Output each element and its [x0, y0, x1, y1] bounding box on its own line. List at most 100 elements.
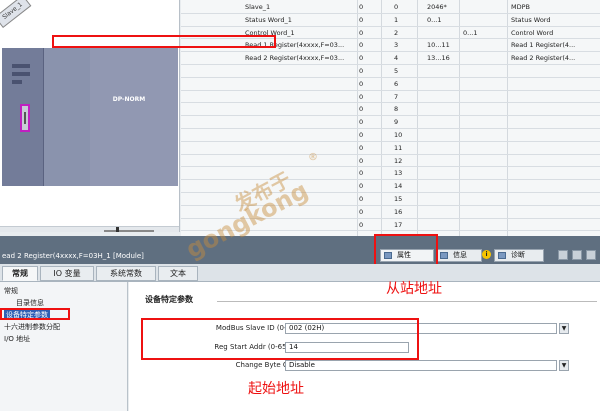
table-row[interactable]: 07 — [181, 91, 600, 104]
cell-rack: 0 — [359, 169, 364, 178]
cell-i-address: 10...11 — [427, 41, 450, 50]
cell-slot: 0 — [394, 3, 399, 11]
cell-i-address: 2046* — [427, 3, 447, 11]
cell-slot: 14 — [394, 182, 403, 191]
cell-slot: 7 — [394, 92, 399, 101]
cell-rack: 0 — [359, 182, 364, 191]
inspector-title: ead 2 Register(4xxxx,F=03H_1 [Module] — [2, 252, 144, 260]
cell-slot: 13 — [394, 169, 403, 178]
cell-module-name: Slave_1 — [245, 3, 271, 11]
cell-module-name: Read 2 Register(4xxxx,F=03... — [245, 54, 345, 63]
cell-rack: 0 — [359, 195, 364, 203]
field-label-byte-order: Change Byte Order: — [235, 361, 305, 369]
table-row[interactable]: 0 14 — [181, 180, 600, 193]
cell-rack: 0 — [359, 41, 364, 50]
dp-norm-module[interactable] — [90, 48, 178, 186]
tab-system-constants[interactable]: 系统常数 — [96, 266, 156, 281]
info-icon — [440, 252, 448, 259]
table-row[interactable]: 0 11 — [181, 142, 600, 155]
status-led — [12, 80, 22, 84]
navigation-tree: 常规 目录信息 设备特定参数 十六进制参数分配 I/O 地址 — [0, 282, 128, 411]
inspector-header: ead 2 Register(4xxxx,F=03H_1 [Module] 属性… — [0, 236, 600, 264]
cell-q-address: 0...1 — [463, 28, 478, 37]
table-row[interactable]: 0 13 — [181, 167, 600, 181]
cell-rack: 0 — [359, 207, 364, 216]
cell-rack: 0 — [359, 28, 364, 37]
cell-rack: 0 — [359, 79, 364, 88]
cell-slot: 12 — [394, 156, 403, 165]
annotation-start-address: 起始地址 — [248, 381, 304, 397]
table-row[interactable]: 05 — [181, 65, 600, 78]
table-row[interactable]: 0 12 — [181, 155, 600, 168]
cell-type: Control Word — [511, 28, 554, 37]
table-row[interactable]: Slave_1 0 0 2046* MDPB — [181, 1, 600, 14]
profibus-port-icon[interactable] — [20, 104, 30, 132]
tab-info-label: 信息 — [453, 251, 467, 259]
module-label: DP-NORM — [112, 96, 146, 103]
table-row[interactable]: Read 2 Register(4xxxx,F=03... 0 4 13...16 Re… — [181, 52, 600, 65]
cell-rack: 0 — [359, 105, 364, 114]
device-name-tag[interactable]: Slave_1 — [0, 0, 32, 29]
zoom-slider-thumb[interactable] — [116, 227, 119, 232]
sub-tab-bar: 常规 IO 变量 系统常数 文本 — [0, 264, 600, 282]
cell-rack: 0 — [359, 92, 364, 101]
table-row[interactable]: 08 — [181, 103, 600, 117]
cell-module-name: Status Word_1 — [245, 15, 292, 24]
minimize-button[interactable] — [558, 250, 568, 260]
cell-slot: 10 — [394, 131, 403, 139]
cell-slot: 3 — [394, 41, 399, 50]
chevron-down-icon[interactable]: ▼ — [559, 360, 569, 371]
cell-slot: 9 — [394, 118, 399, 127]
cell-rack: 0 — [359, 15, 364, 24]
table-row[interactable]: 0 16 — [181, 206, 600, 219]
cell-slot: 16 — [394, 207, 403, 216]
chevron-down-icon[interactable]: ▼ — [559, 323, 569, 334]
tab-io-tags[interactable]: IO 变量 — [40, 266, 94, 281]
cell-slot: 5 — [394, 67, 399, 75]
status-led — [12, 72, 30, 76]
diagnostics-icon — [498, 252, 506, 259]
cell-slot: 8 — [394, 105, 399, 114]
cell-slot: 15 — [394, 195, 403, 203]
cell-rack: 0 — [359, 67, 364, 75]
highlight-box-read1-row — [52, 35, 276, 48]
cell-type: MDPB — [511, 3, 530, 11]
table-row[interactable]: 0 10 — [181, 129, 600, 142]
cell-rack: 0 — [359, 143, 364, 152]
nav-item-io-address[interactable]: I/O 地址 — [4, 334, 30, 344]
cell-rack: 0 — [359, 131, 364, 139]
restore-button[interactable] — [572, 250, 582, 260]
close-button[interactable] — [586, 250, 596, 260]
section-title: 设备特定参数 — [145, 295, 193, 304]
nav-item-general[interactable]: 常规 — [4, 286, 18, 296]
tab-general[interactable]: 常规 — [2, 266, 38, 281]
table-row[interactable]: 0 15 — [181, 193, 600, 206]
tab-info[interactable]: 信息 — [436, 249, 482, 262]
cell-slot: 2 — [394, 28, 399, 37]
highlight-box-nav-item — [0, 308, 70, 320]
cell-rack: 0 — [359, 220, 364, 229]
cell-slot: 11 — [394, 143, 403, 152]
zoom-slider[interactable] — [104, 230, 154, 232]
tab-diagnostics[interactable]: 诊断 — [494, 249, 544, 262]
info-badge-icon: i — [482, 250, 491, 259]
cell-rack: 0 — [359, 54, 364, 63]
nav-item-catalog-info[interactable]: 目录信息 — [16, 298, 44, 308]
cell-rack: 0 — [359, 156, 364, 165]
section-divider — [217, 301, 597, 302]
annotation-slave-address: 从站地址 — [386, 281, 442, 297]
tab-diagnostics-label: 诊断 — [511, 251, 525, 259]
highlight-box-fields — [141, 318, 419, 360]
nav-item-hex-params[interactable]: 十六进制参数分配 — [4, 322, 60, 332]
cell-type: Status Word — [511, 15, 551, 24]
cell-type: Read 2 Register(4... — [511, 54, 576, 63]
tab-texts[interactable]: 文本 — [158, 266, 198, 281]
table-row[interactable]: Status Word_1 0 1 0...1 Status Word — [181, 14, 600, 27]
table-row[interactable]: 0 17 — [181, 219, 600, 232]
table-row[interactable]: 06 — [181, 78, 600, 91]
byte-order-select[interactable]: Disable — [285, 360, 557, 371]
cell-slot: 4 — [394, 54, 399, 63]
table-row[interactable]: 09 — [181, 116, 600, 129]
cell-slot: 1 — [394, 15, 399, 24]
cell-i-address: 13...16 — [427, 54, 450, 63]
